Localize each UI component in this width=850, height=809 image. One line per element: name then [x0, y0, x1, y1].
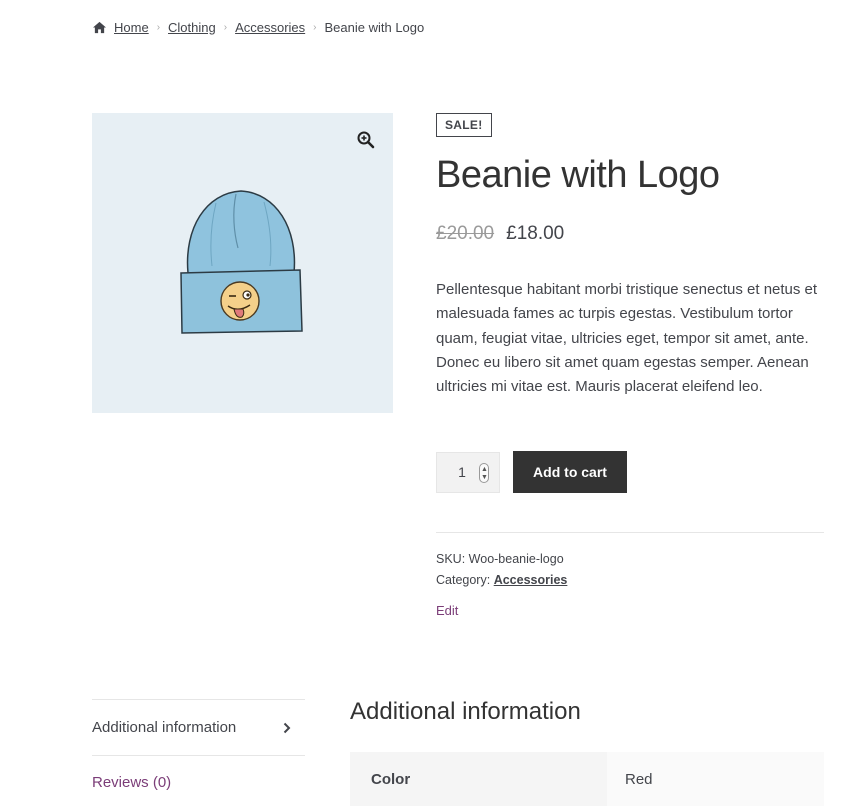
panel-title: Additional information	[350, 698, 581, 725]
attributes-table: Color Red	[350, 752, 824, 806]
sku-value: Woo-beanie-logo	[468, 552, 564, 566]
category-line: Category: Accessories	[436, 570, 567, 591]
add-to-cart-form: 1 ▲ ▼ Add to cart	[436, 451, 627, 493]
stepper-arrows-icon[interactable]: ▲ ▼	[479, 462, 489, 483]
original-price: £20.00	[436, 223, 495, 244]
product-gallery[interactable]	[92, 113, 393, 413]
quantity-value[interactable]: 1	[458, 464, 466, 480]
tab-label: Additional information	[92, 719, 237, 736]
product-price: £20.00 £18.00	[436, 223, 826, 245]
attribute-value: Red	[607, 752, 824, 806]
tab-label: Reviews (0)	[92, 774, 172, 791]
quantity-stepper[interactable]: 1 ▲ ▼	[436, 451, 500, 493]
category-link[interactable]: Accessories	[494, 573, 568, 587]
breadcrumb-separator-icon: ›	[223, 21, 228, 33]
product-tabs: Additional information Reviews (0)	[92, 699, 305, 809]
sku-line: SKU: Woo-beanie-logo	[436, 549, 567, 570]
product-summary: SALE! Beanie with Logo £20.00 £18.00 Pel…	[436, 113, 826, 399]
sale-price: £18.00	[506, 223, 565, 244]
product-meta: SKU: Woo-beanie-logo Category: Accessori…	[436, 549, 567, 591]
category-label: Category:	[436, 573, 491, 587]
breadcrumb-separator-icon: ›	[156, 21, 161, 33]
breadcrumb-accessories-link[interactable]: Accessories	[235, 20, 305, 35]
magnifier-plus-icon[interactable]	[357, 131, 375, 149]
breadcrumb-home-link[interactable]: Home	[114, 20, 149, 35]
edit-link[interactable]: Edit	[436, 603, 458, 618]
breadcrumb: Home › Clothing › Accessories › Beanie w…	[92, 18, 424, 36]
tab-additional-information[interactable]: Additional information	[92, 699, 305, 755]
sku-label: SKU:	[436, 552, 466, 566]
attribute-label: Color	[350, 752, 607, 806]
add-to-cart-button[interactable]: Add to cart	[513, 451, 627, 493]
breadcrumb-current: Beanie with Logo	[324, 19, 425, 35]
product-description: Pellentesque habitant morbi tristique se…	[436, 281, 818, 396]
tab-reviews[interactable]: Reviews (0)	[92, 755, 305, 809]
product-title: Beanie with Logo	[436, 154, 720, 196]
chevron-right-icon	[283, 722, 291, 733]
home-icon[interactable]	[92, 21, 107, 34]
sale-badge: SALE!	[436, 113, 492, 137]
breadcrumb-clothing-link[interactable]: Clothing	[168, 20, 216, 35]
breadcrumb-separator-icon: ›	[313, 21, 317, 33]
beanie-with-logo-illustration	[180, 190, 303, 334]
meta-divider	[436, 532, 824, 533]
